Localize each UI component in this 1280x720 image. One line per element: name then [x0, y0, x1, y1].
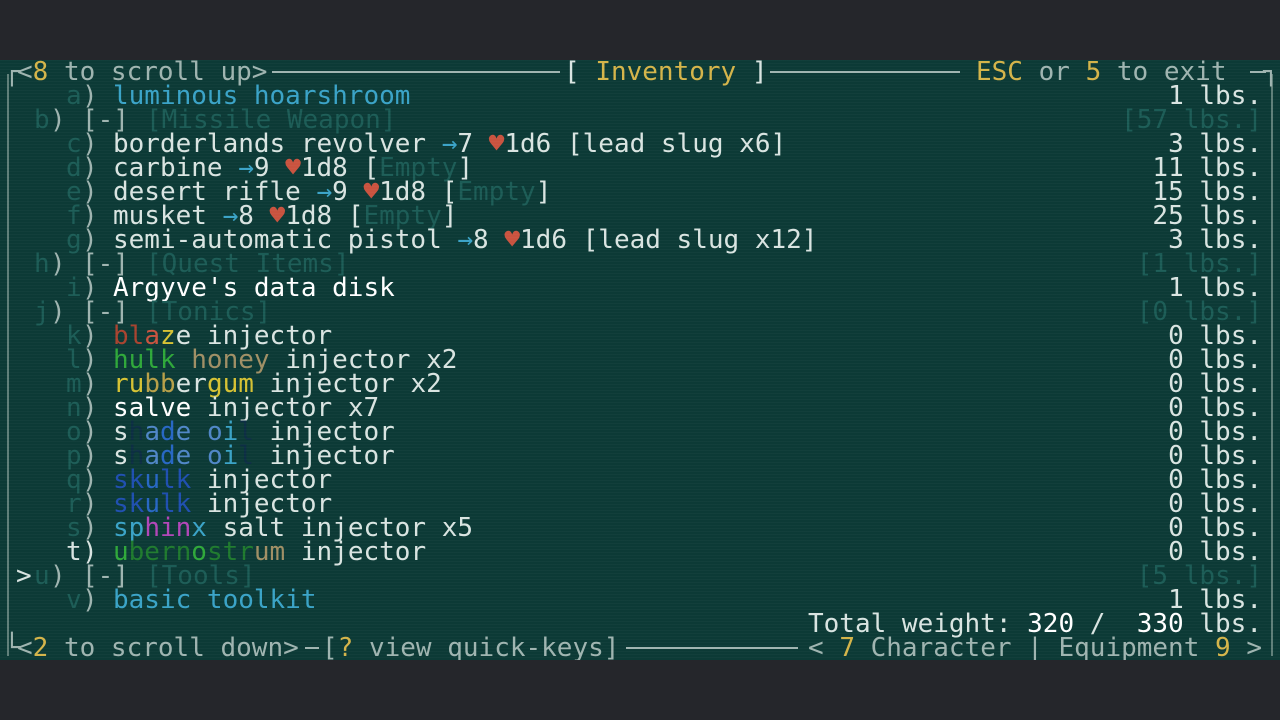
hotkey-paren: ) — [50, 105, 66, 135]
penetration-icon: → — [457, 225, 474, 255]
hotkey-paren: ) — [50, 561, 66, 591]
heart-icon: ♥ — [504, 225, 521, 255]
item-hotkey: a — [66, 81, 82, 111]
category-hotkey: b — [34, 105, 50, 135]
item-name: basic toolkit — [113, 585, 317, 615]
item-hotkey: g — [66, 225, 82, 255]
nav-equipment-label: Equipment — [1058, 633, 1216, 660]
ammo-status: [lead slug x12] — [582, 225, 818, 255]
title-bracket-close: ] — [736, 60, 768, 87]
page-title: [ Inventory ] — [564, 60, 768, 87]
exit-key-5: 5 — [1085, 60, 1102, 87]
heart-icon: ♥ — [488, 129, 505, 159]
inventory-screen: ┌ <8 to scroll up> [ Inventory ] ESC or … — [0, 60, 1280, 660]
exit-or-label: or — [1022, 60, 1086, 87]
damage-value: 1d6 — [504, 129, 552, 159]
damage-value: 1d6 — [520, 225, 567, 255]
nav-character-link[interactable]: < 7 Character — [808, 633, 1012, 660]
nav-equipment-key: 9 — [1215, 633, 1231, 660]
item-hotkey: i — [66, 273, 82, 303]
item-hotkey: v — [66, 585, 82, 615]
hotkey-paren: ) — [50, 297, 66, 327]
footer-divider — [626, 647, 798, 649]
item-hotkey: t — [66, 537, 82, 567]
quick-keys-bracket: [ — [322, 633, 338, 660]
scroll-down-key: 2 — [32, 633, 49, 660]
exit-key-esc: ESC — [976, 60, 1023, 87]
penetration-value: 8 — [473, 225, 489, 255]
nav-equipment-link[interactable]: Equipment 9 > — [1058, 633, 1262, 660]
scroll-down-label: to scroll down> — [48, 633, 299, 660]
nav-left-arrow: < — [808, 633, 840, 660]
screen-nav: < 7 Character | Equipment 9 > — [808, 633, 1262, 660]
nav-character-label: Character — [854, 633, 1012, 660]
ammo-status: [lead slug x6] — [566, 129, 787, 159]
scroll-down-hint[interactable]: <2 to scroll down> — [17, 633, 299, 660]
ammo-bracket: ] — [535, 177, 552, 207]
footer-bar: └ <2 to scroll down> [? view quick-keys]… — [0, 633, 1280, 660]
title-bracket-open: [ — [564, 60, 596, 87]
frame-corner-right: ┐ — [1263, 60, 1279, 87]
quick-keys-button[interactable]: [? view quick-keys] — [322, 633, 620, 660]
title-text: Inventory — [595, 60, 737, 87]
category-hotkey: h — [34, 249, 50, 279]
name-segment: um — [253, 537, 286, 567]
hotkey-paren: ) — [82, 585, 98, 615]
item-suffix: injector — [285, 537, 427, 567]
footer-divider-small — [305, 647, 319, 649]
nav-separator: | — [1011, 633, 1059, 660]
scroll-up-key: 8 — [32, 60, 49, 87]
header-divider-left — [272, 71, 560, 73]
ammo-empty: Empty — [457, 177, 536, 207]
hotkey-paren: ) — [50, 249, 66, 279]
nav-right-arrow: > — [1230, 633, 1262, 660]
quick-keys-label: view quick-keys] — [353, 633, 620, 660]
header-divider-right — [770, 71, 960, 73]
nav-character-key: 7 — [839, 633, 855, 660]
category-hotkey: u — [34, 561, 50, 591]
category-hotkey: j — [34, 297, 50, 327]
quick-keys-key: ? — [337, 633, 354, 660]
